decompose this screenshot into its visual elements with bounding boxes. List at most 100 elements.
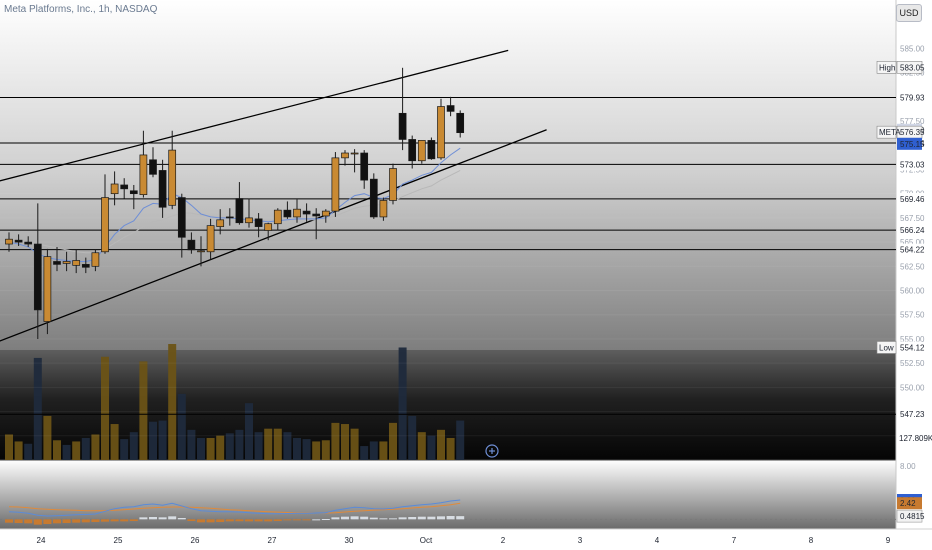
macd-histogram-bar: [33, 519, 42, 525]
macd-histogram-bar: [427, 516, 436, 520]
macd-histogram-bar: [43, 519, 52, 524]
candle: [43, 248, 52, 335]
level-tag-label: 579.93: [900, 94, 925, 103]
x-tick-label: 2: [501, 536, 506, 545]
macd-histogram-bar: [225, 519, 234, 522]
candle-body: [398, 112, 407, 140]
volume-bar: [389, 422, 397, 460]
candle-body: [350, 152, 359, 155]
macd-histogram-bar: [456, 516, 465, 520]
macd-value-label: 0.4815: [900, 512, 925, 521]
macd-histogram-bar: [149, 517, 157, 520]
macd-histogram-bar: [273, 519, 282, 521]
macd-histogram-bar: [283, 519, 292, 521]
price-badge-label: 575.15: [900, 140, 925, 149]
macd-histogram-bar: [24, 519, 33, 524]
price-badge-label: 554.12: [900, 343, 925, 352]
macd-histogram-bar: [206, 519, 215, 523]
candle-body: [293, 208, 301, 218]
price-badge-caption: Low: [879, 343, 894, 352]
macd-histogram-bar: [437, 516, 445, 520]
x-tick-label: 26: [191, 536, 200, 545]
macd-histogram-bar: [360, 516, 369, 520]
macd-histogram-bar: [321, 519, 330, 520]
macd-histogram-bar: [216, 519, 225, 522]
volume-bar: [273, 428, 282, 460]
volume-bar: [264, 428, 273, 460]
volume-bar: [302, 439, 311, 460]
candle-body: [5, 238, 13, 245]
currency-button[interactable]: USD: [896, 4, 922, 22]
macd-histogram-bar: [312, 519, 321, 521]
x-tick-label: 24: [37, 536, 46, 545]
candle-body: [91, 252, 100, 267]
volume-bar: [427, 435, 436, 460]
y-tick-label: 585.00: [900, 44, 925, 53]
candle-body: [24, 241, 33, 245]
price-badge-caption: High: [879, 63, 895, 72]
volume-bar: [293, 437, 301, 460]
volume-bar: [72, 441, 81, 460]
y-tick-label: 567.50: [900, 214, 925, 223]
macd-histogram-bar: [5, 519, 13, 523]
macd-histogram-bar: [14, 519, 23, 523]
candle-body: [302, 210, 311, 215]
candle-body: [379, 200, 388, 218]
macd-histogram-bar: [398, 517, 407, 520]
macd-value-label: 2.42: [900, 499, 916, 508]
candle-body: [456, 112, 465, 134]
volume-bar: [206, 437, 215, 460]
macd-histogram-bar: [53, 519, 61, 524]
volume-bar: [341, 424, 349, 460]
macd-tick-label: 8.00: [900, 462, 916, 471]
volume-bar: [312, 441, 321, 460]
volume-bar: [53, 440, 61, 460]
volume-bar: [110, 424, 119, 460]
volume-bar: [168, 344, 177, 460]
volume-bar: [5, 434, 13, 460]
y-tick-label: 560.00: [900, 287, 925, 296]
y-tick-label: 552.50: [900, 359, 925, 368]
macd-histogram-bar: [129, 519, 138, 521]
macd-histogram-bar: [254, 519, 263, 522]
candle-body: [225, 216, 234, 219]
x-tick-label: 8: [809, 536, 814, 545]
candle: [331, 152, 340, 217]
volume-bar: [91, 434, 100, 460]
chart-canvas[interactable]: 585.00582.50580.00577.50575.00572.50570.…: [0, 0, 932, 550]
candle-body: [149, 159, 157, 175]
candle-body: [206, 225, 215, 253]
candle-body: [139, 154, 148, 196]
volume-bar: [456, 420, 465, 460]
macd-histogram-bar: [331, 517, 340, 520]
candle-body: [245, 217, 253, 224]
macd-histogram-bar: [245, 519, 253, 522]
x-tick-label: 3: [578, 536, 583, 545]
candle-body: [101, 197, 109, 253]
volume-bar: [43, 415, 52, 460]
volume-bar: [360, 446, 369, 460]
candle-body: [168, 149, 177, 206]
macd-histogram-bar: [81, 519, 90, 523]
macd-histogram-bar: [139, 517, 148, 520]
volume-bar: [24, 443, 33, 460]
macd-histogram-bar: [187, 519, 196, 521]
candle-body: [264, 223, 273, 231]
y-tick-label: 557.50: [900, 311, 925, 320]
level-tag-label: 547.23: [900, 410, 925, 419]
macd-histogram-bar: [101, 519, 109, 522]
level-tag-label: 564.22: [900, 246, 925, 255]
volume-bar: [254, 432, 263, 460]
macd-histogram-bar: [389, 518, 397, 520]
volume-bar: [283, 432, 292, 460]
x-tick-label: 9: [886, 536, 891, 545]
y-tick-label: 550.00: [900, 383, 925, 392]
x-tick-label: 7: [732, 536, 737, 545]
volume-bar: [149, 421, 157, 460]
macd-histogram-bar: [302, 519, 311, 521]
volume-bar: [446, 437, 455, 460]
candle-body: [437, 106, 445, 159]
candle-body: [62, 261, 71, 264]
candle-body: [53, 261, 61, 265]
candle-body: [273, 209, 282, 225]
